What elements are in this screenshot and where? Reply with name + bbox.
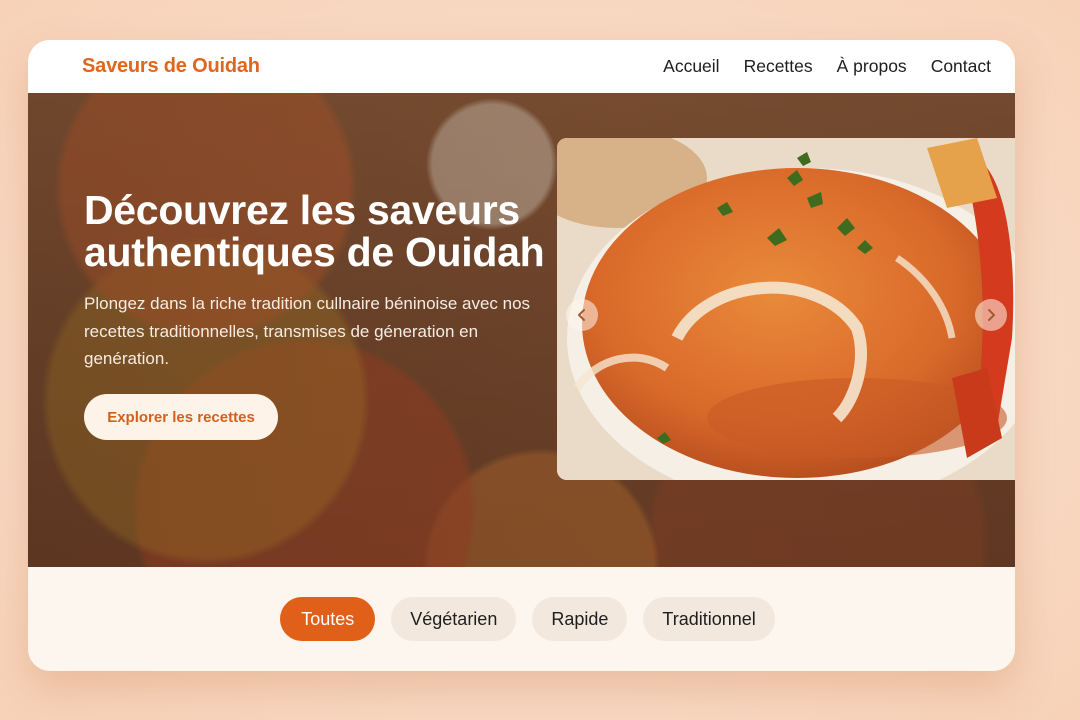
filter-chip-vegetarien[interactable]: Végétarien: [391, 597, 517, 641]
nav-link-contact[interactable]: Contact: [931, 56, 991, 77]
nav-link-recettes[interactable]: Recettes: [744, 56, 813, 77]
slider-prev-button[interactable]: [566, 299, 598, 331]
nav-link-a-propos[interactable]: À propos: [837, 56, 907, 77]
chevron-left-icon: [578, 309, 585, 321]
slider-next-button[interactable]: [975, 299, 1007, 331]
hero-image-slider[interactable]: [557, 138, 1015, 480]
filter-chip-rapide[interactable]: Rapide: [532, 597, 628, 641]
filter-chip-traditionnel[interactable]: Traditionnel: [643, 597, 775, 641]
navbar: Saveurs de Ouidah Accueil Recettes À pro…: [28, 40, 1015, 93]
filter-chip-toutes[interactable]: Toutes: [280, 597, 376, 641]
brand-logo[interactable]: Saveurs de Ouidah: [82, 55, 260, 78]
dish-photo: [557, 138, 1015, 480]
nav-link-accueil[interactable]: Accueil: [663, 56, 719, 77]
page-card: Saveurs de Ouidah Accueil Recettes À pro…: [28, 40, 1015, 671]
chevron-right-icon: [988, 309, 995, 321]
main-nav: Accueil Recettes À propos Contact: [663, 56, 991, 77]
hero-subtitle: Plongez dans la riche tradition cullnair…: [84, 294, 531, 368]
explore-recipes-button[interactable]: Explorer les recettes: [84, 394, 278, 440]
hero-section: Découvrez les saveurs authentiques de Ou…: [28, 93, 1015, 567]
recipe-filter-bar: Toutes Végétarien Rapide Traditionnel: [28, 567, 1015, 671]
